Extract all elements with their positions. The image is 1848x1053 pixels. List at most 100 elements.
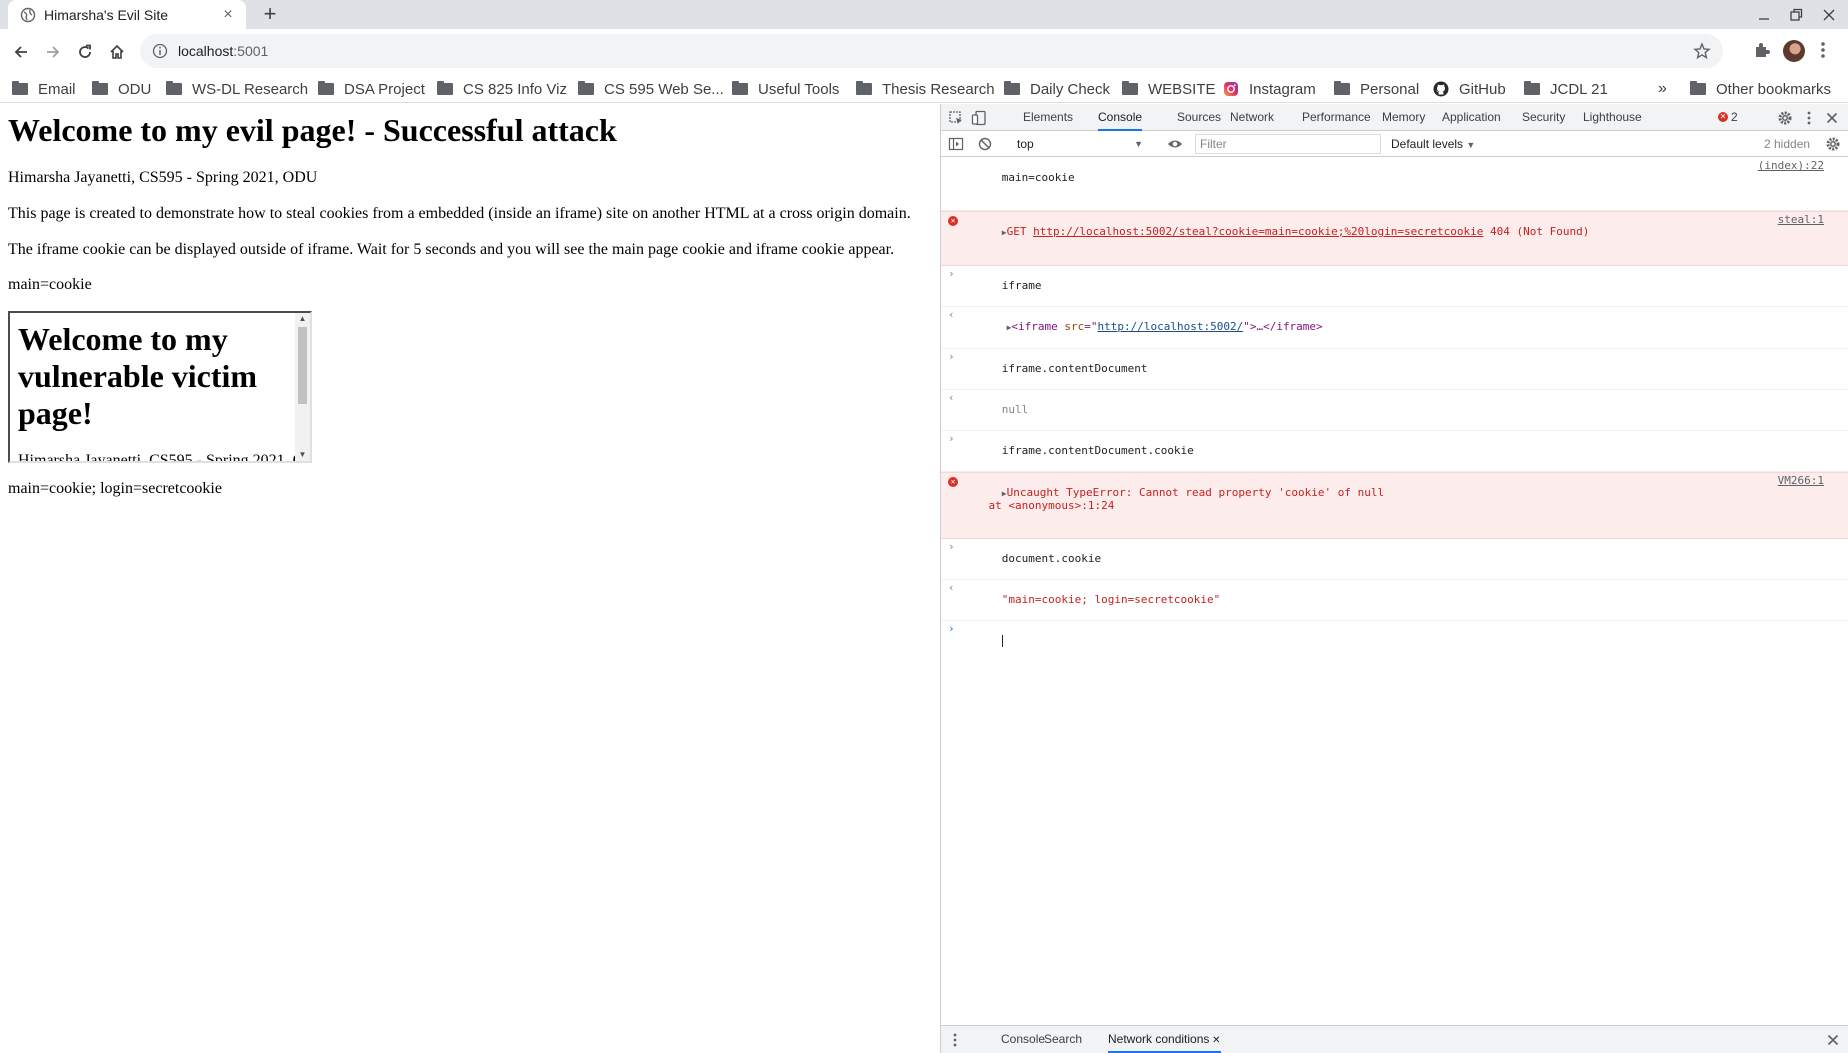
- page-content: Welcome to my evil page! - Successful at…: [0, 104, 940, 1053]
- tab-security[interactable]: Security: [1522, 104, 1565, 131]
- bookmark-label: WEBSITE: [1148, 80, 1216, 98]
- source-link[interactable]: VM266:1: [1778, 475, 1824, 487]
- inspect-element-icon[interactable]: [948, 110, 964, 126]
- forward-button[interactable]: [40, 39, 66, 65]
- tab-sources[interactable]: Sources: [1177, 104, 1221, 131]
- devtools-drawer: Console Search Network conditions ✕: [941, 1025, 1848, 1053]
- bookmark-item[interactable]: WEBSITE: [1122, 78, 1216, 100]
- console-output: main=cookie (index):22 ✕ ▶GET http://loca…: [941, 158, 1848, 661]
- bookmark-label: ODU: [118, 80, 152, 98]
- tab-application[interactable]: Application: [1442, 104, 1501, 131]
- drawer-tab-search[interactable]: Search: [1044, 1026, 1082, 1053]
- devtools-more-icon[interactable]: [1801, 110, 1817, 126]
- instruction-text: The iframe cookie can be displayed outsi…: [8, 241, 895, 258]
- close-drawer-icon[interactable]: [1825, 1032, 1841, 1048]
- globe-icon: [20, 7, 36, 23]
- scroll-up-icon[interactable]: ▲: [295, 313, 310, 325]
- bookmark-label: Useful Tools: [758, 80, 840, 98]
- close-tab-icon[interactable]: ×: [220, 6, 236, 23]
- console-input-row: › iframe: [941, 266, 1848, 307]
- embedded-iframe[interactable]: Welcome to my vulnerable victim page! Hi…: [8, 311, 312, 463]
- home-button[interactable]: [104, 39, 130, 65]
- drawer-tab-console[interactable]: Console: [1001, 1026, 1045, 1053]
- error-count-badge[interactable]: ✕ 2: [1718, 109, 1738, 125]
- folder-icon: [318, 81, 334, 96]
- bookmark-item[interactable]: DSA Project: [318, 78, 425, 100]
- browser-tab[interactable]: Himarsha's Evil Site ×: [8, 0, 246, 29]
- tab-performance[interactable]: Performance: [1302, 104, 1371, 131]
- tab-memory[interactable]: Memory: [1382, 104, 1425, 131]
- author-text: Himarsha Jayanetti, CS595 - Spring 2021,…: [8, 169, 318, 186]
- bookmark-item[interactable]: CS 825 Info Viz: [437, 78, 567, 100]
- console-error-row[interactable]: ✕ ▶Uncaught TypeError: Cannot read proper…: [941, 472, 1848, 539]
- iframe-src-link[interactable]: http://localhost:5002/: [1098, 320, 1244, 333]
- scroll-down-icon[interactable]: ▼: [295, 449, 310, 461]
- clear-console-icon[interactable]: [977, 136, 993, 152]
- bookmark-item[interactable]: Useful Tools: [732, 78, 839, 100]
- bookmark-star-icon[interactable]: [1693, 42, 1711, 60]
- expand-triangle-icon: ▶: [1001, 323, 1012, 332]
- console-result-row: ‹ "main=cookie; login=secretcookie": [941, 580, 1848, 621]
- sidebar-toggle-icon[interactable]: [948, 136, 964, 152]
- live-expression-eye-icon[interactable]: [1167, 136, 1183, 152]
- reload-button[interactable]: [72, 39, 98, 65]
- address-bar[interactable]: localhost:5001: [140, 34, 1723, 68]
- folder-icon: [92, 81, 108, 96]
- drawer-menu-icon[interactable]: [947, 1032, 963, 1048]
- tab-network[interactable]: Network: [1230, 104, 1274, 131]
- bookmark-item[interactable]: Instagram: [1223, 78, 1316, 100]
- console-result-row[interactable]: ‹ ▶<iframe src="http://localhost:5002/">…: [941, 307, 1848, 349]
- bookmarks-overflow-button[interactable]: »: [1658, 78, 1667, 100]
- tab-title: Himarsha's Evil Site: [44, 6, 169, 23]
- bookmarks-bar: Email ODU WS-DL Research DSA Project CS 825 …: [0, 75, 1848, 103]
- bookmark-item[interactable]: GitHub: [1433, 78, 1506, 100]
- source-link[interactable]: steal:1: [1778, 214, 1824, 226]
- devtools-panel: ✕ 2 Elements Console Sources Network Performa…: [940, 104, 1848, 1053]
- console-error-row[interactable]: ✕ ▶GET http://localhost:5002/steal?cookie…: [941, 211, 1848, 266]
- restore-icon[interactable]: [1787, 6, 1805, 24]
- page-heading: Welcome to my evil page! - Successful at…: [8, 112, 617, 148]
- back-button[interactable]: [8, 39, 34, 65]
- source-link[interactable]: (index):22: [1758, 160, 1824, 172]
- result-arrow-icon: ‹: [948, 391, 955, 404]
- back-arrow-icon: [14, 46, 27, 58]
- folder-icon: [1122, 81, 1138, 96]
- drawer-tab-network-conditions[interactable]: Network conditions ✕: [1108, 1026, 1221, 1053]
- tab-console[interactable]: Console: [1098, 104, 1143, 131]
- minimize-icon[interactable]: [1755, 6, 1773, 24]
- bookmark-item[interactable]: Personal: [1334, 78, 1419, 100]
- console-settings-icon[interactable]: [1825, 136, 1841, 152]
- device-toolbar-icon[interactable]: [971, 110, 987, 126]
- bookmark-item[interactable]: Email: [12, 78, 76, 100]
- request-url-link[interactable]: http://localhost:5002/steal?cookie=main=…: [1033, 225, 1483, 238]
- close-drawer-tab-icon[interactable]: ✕: [1209, 1035, 1220, 1046]
- bookmark-item[interactable]: Daily Check: [1004, 78, 1110, 100]
- bookmark-item[interactable]: WS-DL Research: [166, 78, 308, 100]
- close-devtools-icon[interactable]: [1824, 110, 1840, 126]
- iframe-scrollbar[interactable]: ▲ ▼: [295, 313, 310, 461]
- settings-gear-icon[interactable]: [1777, 110, 1793, 126]
- bookmark-item[interactable]: ODU: [92, 78, 151, 100]
- log-levels-dropdown[interactable]: Default levels ▼: [1391, 134, 1475, 154]
- more-vert-icon[interactable]: [1818, 40, 1828, 60]
- scrollbar-thumb[interactable]: [298, 327, 307, 404]
- info-icon[interactable]: [152, 43, 168, 59]
- context-selector[interactable]: top ▼: [1013, 134, 1149, 154]
- bookmark-item[interactable]: Thesis Research: [856, 78, 995, 100]
- close-window-icon[interactable]: [1820, 6, 1838, 24]
- tab-strip: Himarsha's Evil Site × +: [0, 0, 1848, 29]
- bookmark-item[interactable]: JCDL 21: [1524, 78, 1608, 100]
- console-prompt[interactable]: ›: [941, 621, 1848, 661]
- console-result-row: ‹ null: [941, 390, 1848, 431]
- new-tab-button[interactable]: +: [258, 3, 282, 26]
- tab-lighthouse[interactable]: Lighthouse: [1583, 104, 1642, 131]
- extensions-puzzle-icon[interactable]: [1752, 40, 1772, 60]
- bookmark-item[interactable]: CS 595 Web Se...: [578, 78, 724, 100]
- tab-elements[interactable]: Elements: [1023, 104, 1073, 131]
- console-toolbar: top ▼ Filter Default levels ▼ 2 hidden: [941, 131, 1848, 157]
- other-bookmarks[interactable]: Other bookmarks: [1690, 78, 1831, 100]
- folder-icon: [166, 81, 182, 96]
- profile-avatar[interactable]: [1783, 40, 1805, 62]
- console-log-row: main=cookie (index):22: [941, 158, 1848, 211]
- console-filter-input[interactable]: Filter: [1195, 134, 1381, 154]
